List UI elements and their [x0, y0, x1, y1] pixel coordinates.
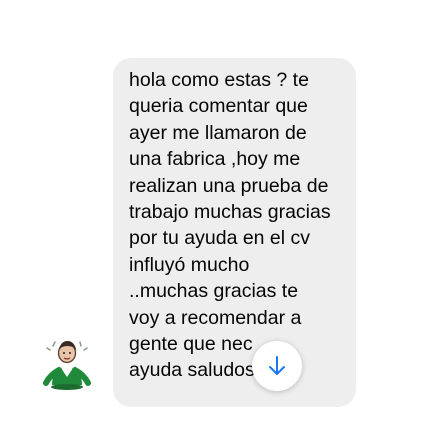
scroll-down-button[interactable] [252, 341, 302, 391]
message-bubble[interactable]: hola como estas ? te queria comentar que… [113, 58, 356, 407]
message-line: trabajo muchas gracias [129, 201, 331, 224]
message-line: ..muchas gracias te [129, 280, 299, 303]
message-line: una fabrica ,hoy me [129, 148, 301, 171]
message-line: ayer me llamaron de [129, 121, 307, 144]
arrow-down-icon [269, 356, 285, 375]
message-line: hola como estas ? te [129, 69, 309, 91]
message-line: por tu ayuda en el cv [129, 227, 311, 250]
message-text: hola como estas ? te queria comentar que… [129, 67, 346, 384]
message-line: queria comentar que [129, 95, 308, 118]
chat-screen: hola como estas ? te queria comentar que… [0, 0, 422, 444]
sender-avatar[interactable] [34, 333, 100, 399]
message-line: voy a recomendar a [129, 306, 302, 329]
message-line: ayuda saludos [129, 359, 255, 382]
message-line: influyó mucho [129, 253, 250, 276]
message-line: gente que nec [129, 333, 253, 356]
message-line: realizan una prueba de [129, 174, 329, 197]
avatar-illustration-icon [34, 333, 100, 399]
